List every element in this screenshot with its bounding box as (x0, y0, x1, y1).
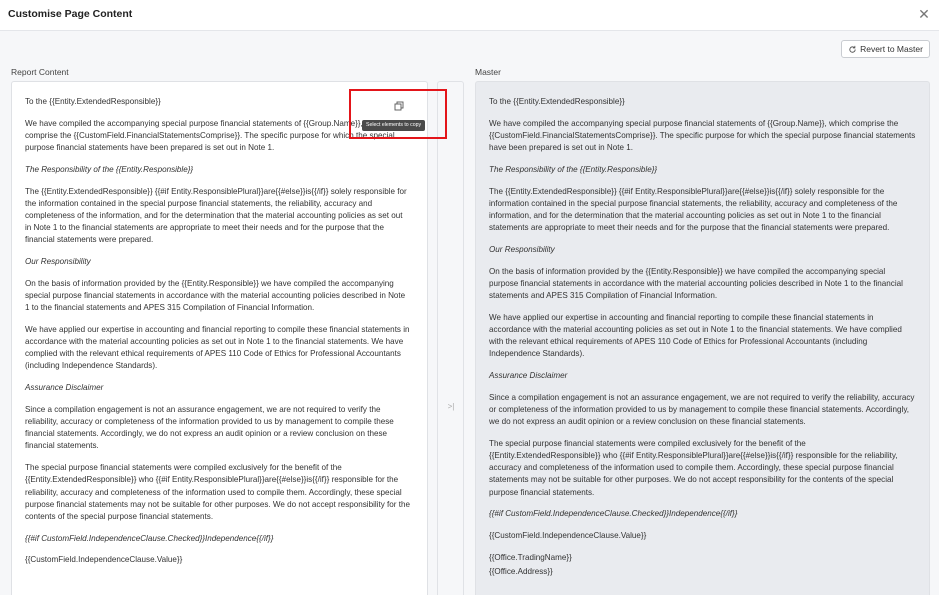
master-content-panel: To the {{Entity.ExtendedResponsible}} We … (475, 81, 930, 595)
report-paragraph: {{CustomField.IndependenceClause.Value}} (25, 555, 183, 565)
dialog-title: Customise Page Content (8, 8, 133, 20)
report-content-label: Report Content (11, 67, 69, 77)
report-paragraph: Since a compilation engagement is not an… (25, 404, 394, 451)
master-paragraph: {{CustomField.IndependenceClause.Value}} (489, 530, 647, 540)
master-paragraph: Assurance Disclaimer (489, 370, 568, 380)
close-icon[interactable]: ✕ (916, 6, 932, 22)
revert-to-master-button[interactable]: Revert to Master (841, 40, 930, 58)
report-paragraph: Assurance Disclaimer (25, 383, 104, 393)
master-paragraph: Since a compilation engagement is not an… (489, 392, 915, 427)
dialog-header: Customise Page Content ✕ (0, 0, 939, 31)
report-paragraph: {{#if CustomField.IndependenceClause.Che… (25, 533, 274, 543)
master-paragraph: The Responsibility of the {{Entity.Respo… (489, 164, 658, 174)
report-paragraph: We have applied our expertise in account… (25, 324, 410, 371)
master-paragraph: The special purpose financial statements… (489, 438, 898, 497)
report-paragraph: The special purpose financial statements… (25, 463, 410, 521)
report-content-editor[interactable]: To the {{Entity.ExtendedResponsible}} We … (11, 81, 428, 595)
master-paragraph: Our Responsibility (489, 244, 555, 254)
master-paragraph: {{Office.TradingName}} (489, 552, 572, 562)
revert-label: Revert to Master (860, 44, 923, 54)
panel-divider (437, 81, 464, 595)
master-paragraph: {{Office.Address}} (489, 566, 553, 576)
master-paragraph: To the {{Entity.ExtendedResponsible}} (489, 97, 625, 106)
highlight-box (349, 89, 447, 139)
report-paragraph: Our Responsibility (25, 257, 91, 267)
master-paragraph: {{#if CustomField.IndependenceClause.Che… (489, 509, 738, 519)
master-paragraph: On the basis of information provided by … (489, 266, 903, 300)
collapse-arrow-icon[interactable]: >| (445, 402, 457, 412)
report-paragraph: The {{Entity.ExtendedResponsible}} {{#if… (25, 186, 407, 245)
master-label: Master (475, 67, 501, 77)
report-paragraph: On the basis of information provided by … (25, 278, 406, 313)
master-paragraph: The {{Entity.ExtendedResponsible}} {{#if… (489, 186, 898, 233)
master-paragraph: We have applied our expertise in account… (489, 312, 902, 359)
report-paragraph: The Responsibility of the {{Entity.Respo… (25, 164, 194, 174)
refresh-icon (849, 45, 856, 53)
master-paragraph: We have compiled the accompanying specia… (489, 118, 916, 153)
